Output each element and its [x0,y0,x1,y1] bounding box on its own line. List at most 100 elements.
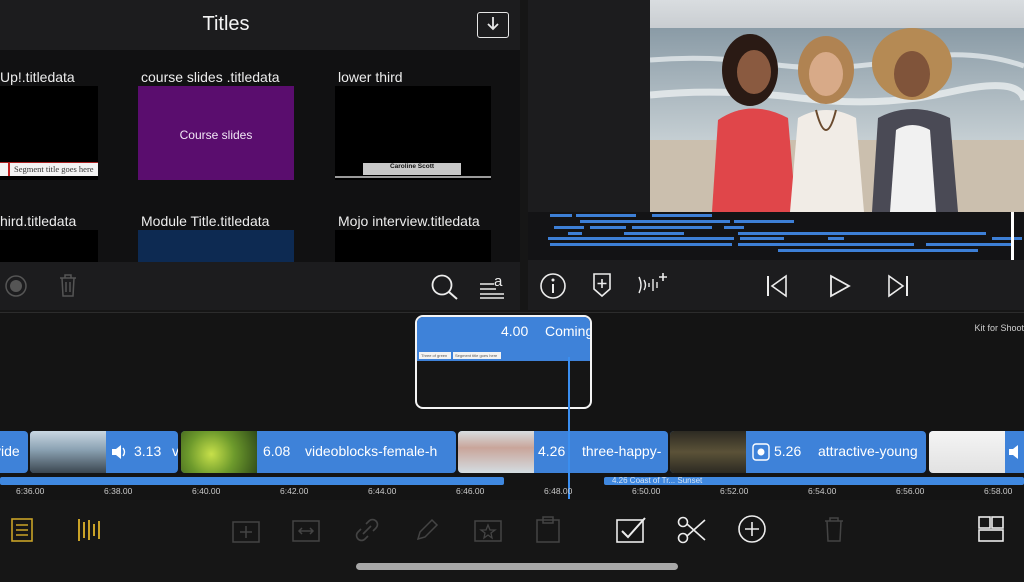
mini-timeline-bars [548,214,1022,252]
ruler-label: 6:44.00 [368,486,397,496]
panel-title: Titles [202,13,250,35]
tracks-icon[interactable] [76,517,104,543]
title-thumbnail[interactable]: Course slides [138,86,294,180]
thumbnail-text: Course slides [179,128,253,142]
ruler-label: 6:50.00 [632,486,661,496]
add-marker-icon[interactable] [590,271,614,299]
viewer-toolbar [528,262,1024,310]
ruler-label: 6:48.00 [544,486,573,496]
audio-add-icon[interactable] [636,271,670,299]
skip-forward-icon[interactable] [885,273,911,299]
title-mini-label: Three of green [419,352,451,359]
clip-name: Coming [545,323,592,339]
import-button[interactable] [477,12,509,38]
clip-thumbnail [30,431,106,473]
project-list-icon[interactable] [10,517,34,543]
ruler-label: 6:42.00 [280,486,309,496]
mini-timeline[interactable] [528,212,1024,260]
record-icon[interactable] [2,274,30,298]
viewer-panel [528,0,1024,310]
video-clip[interactable]: 3.13 v [30,431,178,473]
time-ruler[interactable]: 6:36.00 6:38.00 6:40.00 6:42.00 6:44.00 … [0,485,1024,501]
clip-name: vide [0,443,20,459]
clip-name: v [172,443,178,459]
titles-panel: Titles Up!.titledata Segment title goes … [0,0,520,310]
title-tile-label: Module Title.titledata [141,213,270,229]
ruler-label: 6:40.00 [192,486,221,496]
star-clip-icon[interactable] [472,516,504,544]
clip-name: attractive-young [818,443,918,459]
svg-text:a: a [494,273,503,290]
timeline-playhead[interactable] [568,357,570,499]
clip-thumbnail [670,431,746,473]
video-clip[interactable]: 5.26 attractive-young [670,431,926,473]
ruler-label: 6:58.00 [984,486,1013,496]
titles-grid: Up!.titledata Segment title goes here co… [0,50,520,262]
audio-clip[interactable] [0,477,504,485]
title-thumbnail[interactable] [0,230,98,262]
title-mini-label: Segment title goes here [453,352,501,359]
font-size-icon[interactable]: a [478,272,508,300]
scissors-icon[interactable] [676,515,708,545]
selected-title-clip[interactable]: 4.00 Coming Three of green Segment title… [415,315,592,409]
ruler-label: 6:38.00 [104,486,133,496]
download-icon [487,17,499,31]
titles-toolbar: a [0,262,520,310]
clip-thumbnail [929,431,1005,473]
clip-duration: 5.26 [774,443,802,459]
pencil-icon[interactable] [413,516,441,544]
info-icon[interactable] [539,272,567,300]
link-icon[interactable] [353,516,381,544]
clip-thumbnail [181,431,257,473]
title-thumbnail[interactable]: Caroline Scott [335,86,491,180]
ruler-label: 6:52.00 [720,486,749,496]
clip-duration: 6.08 [263,443,291,459]
speaker-icon [112,445,126,459]
skip-back-icon[interactable] [764,273,790,299]
add-clip-icon[interactable] [230,516,262,544]
home-indicator[interactable] [356,563,678,570]
mini-playhead[interactable] [1011,212,1014,260]
ruler-label: 6:36.00 [16,486,45,496]
video-preview[interactable] [650,0,1024,212]
clip-name: videoblocks-female-h [305,443,438,459]
lower-third-bar: Caroline Scott [363,163,461,175]
ruler-label: 6:54.00 [808,486,837,496]
segment-title-bar: Segment title goes here [0,162,98,176]
beach-scene-image [650,0,1024,212]
title-tile-label: course slides .titledata [141,69,280,85]
clip-name: three-happy- [582,443,662,459]
video-clip[interactable]: 6.08 videoblocks-female-h [181,431,456,473]
trash-icon[interactable] [56,272,80,298]
clip-duration: 3.13 [134,443,162,459]
title-tile-label: lower third [338,69,403,85]
track-label: Kit for Shoot [974,323,1024,333]
title-tile-label: Mojo interview.titledata [338,213,480,229]
speaker-icon [1009,445,1018,459]
ruler-label: 6:46.00 [456,486,485,496]
title-thumbnail[interactable] [335,230,491,262]
video-clip[interactable] [929,431,1024,473]
select-icon[interactable] [614,515,648,545]
video-clip[interactable]: 4.26 three-happy- [458,431,668,473]
title-overlay-icon [752,443,770,461]
title-thumbnail[interactable] [138,230,294,262]
ruler-label: 6:56.00 [896,486,925,496]
delete-icon[interactable] [822,514,846,544]
transition-icon[interactable] [290,516,322,544]
video-clip[interactable]: vide [0,431,28,473]
search-icon[interactable] [430,273,460,301]
title-tile-label: hird.titledata [0,213,77,229]
clip-duration: 4.26 [538,443,566,459]
title-tile-label: Up!.titledata [0,69,75,85]
timeline[interactable]: Kit for Shoot 4.00 Coming Three of green… [0,312,1024,500]
clipboard-icon[interactable] [533,515,563,545]
play-icon[interactable] [826,273,852,299]
audio-clip-label: 4.26 Coast of Tr... Sunset [612,476,703,485]
add-icon[interactable] [737,514,767,544]
layout-icon[interactable] [977,515,1005,543]
clip-duration: 4.00 [501,323,529,339]
title-thumbnail[interactable]: Segment title goes here [0,86,98,180]
titles-header: Titles [0,0,520,50]
clip-thumbnail [458,431,534,473]
